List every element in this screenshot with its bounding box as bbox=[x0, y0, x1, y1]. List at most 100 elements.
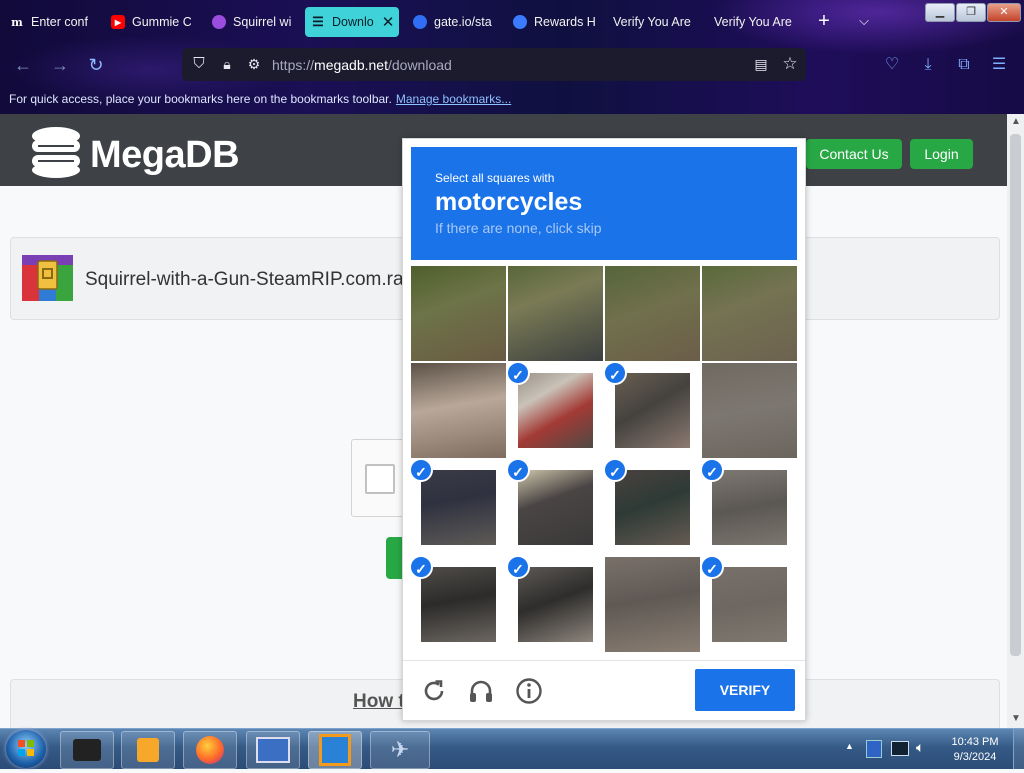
captcha-tile-image bbox=[518, 373, 593, 448]
captcha-tile[interactable]: ✓ bbox=[508, 460, 603, 555]
bookmark-star-icon[interactable]: ☆ bbox=[780, 53, 800, 75]
captcha-tile-image bbox=[712, 567, 787, 642]
captcha-tile[interactable] bbox=[702, 363, 797, 458]
tab-enter-conf[interactable]: m Enter conf bbox=[10, 7, 96, 37]
tab-rewards[interactable]: Rewards H bbox=[513, 7, 598, 37]
tab-label: Squirrel wi bbox=[233, 15, 292, 29]
restore-button[interactable]: ❐ bbox=[956, 3, 986, 22]
tab-label: gate.io/sta bbox=[434, 15, 492, 29]
minimize-button[interactable]: ▁ bbox=[925, 3, 955, 22]
show-desktop-button[interactable] bbox=[1013, 729, 1024, 769]
scroll-up-icon[interactable]: ▲ bbox=[1011, 116, 1021, 127]
downloads-icon[interactable]: ⤓ bbox=[917, 54, 939, 76]
login-button[interactable]: Login bbox=[910, 139, 973, 169]
url-bar[interactable]: ⛉ 🔒︎ ⚙ https://megadb.net/download ▤ ☆ bbox=[182, 48, 806, 81]
list-tabs-chevron-icon[interactable]: ⌵ bbox=[855, 10, 873, 32]
url-text[interactable]: https://megadb.net/download bbox=[272, 57, 452, 73]
site-logo-text[interactable]: MegaDB bbox=[90, 134, 240, 177]
pocket-icon[interactable]: ♡ bbox=[881, 54, 903, 76]
lock-icon[interactable]: 🔒︎ bbox=[218, 54, 236, 74]
reload-challenge-icon[interactable] bbox=[421, 678, 447, 704]
system-clock[interactable]: 10:43 PM 9/3/2024 bbox=[944, 735, 1006, 765]
rewards-icon bbox=[513, 15, 527, 29]
manage-bookmarks-link[interactable]: Manage bookmarks... bbox=[396, 92, 511, 106]
info-icon[interactable] bbox=[515, 677, 543, 705]
close-window-button[interactable]: ✕ bbox=[987, 3, 1021, 22]
captcha-tile-image bbox=[518, 470, 593, 545]
captcha-tile[interactable]: ✓ bbox=[411, 557, 506, 652]
menu-icon[interactable]: ☰ bbox=[988, 54, 1010, 76]
contact-us-button[interactable]: Contact Us bbox=[806, 139, 902, 169]
extensions-icon[interactable]: ⧉ bbox=[953, 54, 975, 76]
captcha-tile-image bbox=[615, 470, 690, 545]
reader-view-icon[interactable]: ▤ bbox=[752, 54, 770, 74]
taskbar-app-5[interactable] bbox=[308, 731, 362, 769]
taskbar-firefox[interactable] bbox=[183, 731, 237, 769]
tab-label: Rewards H bbox=[534, 15, 596, 29]
tab-gummie[interactable]: ▶ Gummie C bbox=[111, 7, 191, 37]
rar-archive-icon bbox=[22, 255, 73, 301]
close-tab-icon[interactable]: ✕ bbox=[382, 13, 395, 31]
forward-icon[interactable]: → bbox=[49, 54, 71, 76]
tab-verify-2[interactable]: Verify You Are bbox=[714, 7, 806, 37]
captcha-tile[interactable] bbox=[411, 266, 506, 361]
url-prefix: https:// bbox=[272, 57, 315, 73]
clock-date: 9/3/2024 bbox=[953, 751, 997, 763]
taskbar-app-4[interactable] bbox=[246, 731, 300, 769]
captcha-tile[interactable]: ✓ bbox=[411, 460, 506, 555]
media-player-icon bbox=[137, 738, 159, 762]
captcha-tile[interactable]: ✓ bbox=[508, 557, 603, 652]
tab-verify-1[interactable]: Verify You Are bbox=[613, 7, 703, 37]
captcha-tile[interactable]: ✓ bbox=[702, 460, 797, 555]
taskbar-app-1[interactable] bbox=[60, 731, 114, 769]
captcha-tile-image bbox=[615, 373, 690, 448]
show-hidden-icons[interactable]: ▲ bbox=[845, 741, 854, 751]
captcha-tile-image bbox=[411, 266, 506, 361]
audio-challenge-icon[interactable] bbox=[467, 677, 495, 705]
permissions-icon[interactable]: ⚙ bbox=[245, 54, 263, 74]
scroll-thumb[interactable] bbox=[1010, 134, 1021, 656]
tab-label: Verify You Are bbox=[613, 15, 691, 29]
scroll-down-icon[interactable]: ▼ bbox=[1011, 713, 1021, 724]
captcha-tile[interactable]: ✓ bbox=[508, 363, 603, 458]
captcha-tile[interactable] bbox=[508, 266, 603, 361]
captcha-tile[interactable]: ✓ bbox=[702, 557, 797, 652]
captcha-instruction: Select all squares with bbox=[435, 171, 555, 185]
taskbar-app-6[interactable]: ✈ bbox=[370, 731, 430, 769]
howto-heading: How t bbox=[353, 691, 405, 712]
tab-label: Downlo bbox=[332, 15, 374, 29]
bookmarks-hint: For quick access, place your bookmarks h… bbox=[9, 92, 392, 106]
captcha-tile[interactable] bbox=[605, 266, 700, 361]
start-button[interactable] bbox=[6, 730, 46, 768]
captcha-tile[interactable] bbox=[605, 557, 700, 652]
tab-gate[interactable]: gate.io/sta bbox=[413, 7, 495, 37]
app-window-icon bbox=[73, 739, 101, 761]
bird-app-icon: ✈ bbox=[390, 737, 410, 762]
tray-display-icon[interactable] bbox=[891, 741, 909, 756]
new-tab-icon[interactable]: + bbox=[815, 10, 833, 32]
virtualbox-icon bbox=[319, 734, 351, 766]
captcha-tile[interactable]: ✓ bbox=[605, 460, 700, 555]
captcha-tile[interactable] bbox=[411, 363, 506, 458]
captcha-tile-image bbox=[702, 266, 797, 361]
reload-icon[interactable]: ↻ bbox=[85, 54, 107, 76]
gate-icon bbox=[413, 15, 427, 29]
captcha-tile-image bbox=[605, 557, 700, 652]
page-scrollbar[interactable]: ▲ ▼ bbox=[1007, 114, 1024, 728]
captcha-tile[interactable] bbox=[702, 266, 797, 361]
verify-button[interactable]: VERIFY bbox=[695, 669, 795, 711]
back-icon[interactable]: ← bbox=[12, 54, 34, 76]
tab-download-active[interactable]: ☰ Downlo ✕ bbox=[305, 7, 399, 37]
captcha-tile-image bbox=[605, 266, 700, 361]
volume-icon[interactable]: 🔈︎ bbox=[916, 739, 932, 755]
windows-taskbar: ✈ ▲ 🔈︎ 10:43 PM 9/3/2024 bbox=[0, 728, 1024, 769]
captcha-tile-image bbox=[508, 266, 603, 361]
taskbar-app-2[interactable] bbox=[121, 731, 175, 769]
captcha-challenge-dialog: Select all squares with motorcycles If t… bbox=[402, 138, 806, 721]
captcha-tile[interactable]: ✓ bbox=[605, 363, 700, 458]
shield-icon[interactable]: ⛉ bbox=[190, 54, 208, 74]
megadb-logo-icon[interactable] bbox=[30, 126, 86, 180]
tray-app-icon[interactable] bbox=[866, 740, 882, 758]
tab-squirrel[interactable]: Squirrel wi bbox=[212, 7, 294, 37]
captcha-checkbox[interactable] bbox=[365, 464, 395, 494]
